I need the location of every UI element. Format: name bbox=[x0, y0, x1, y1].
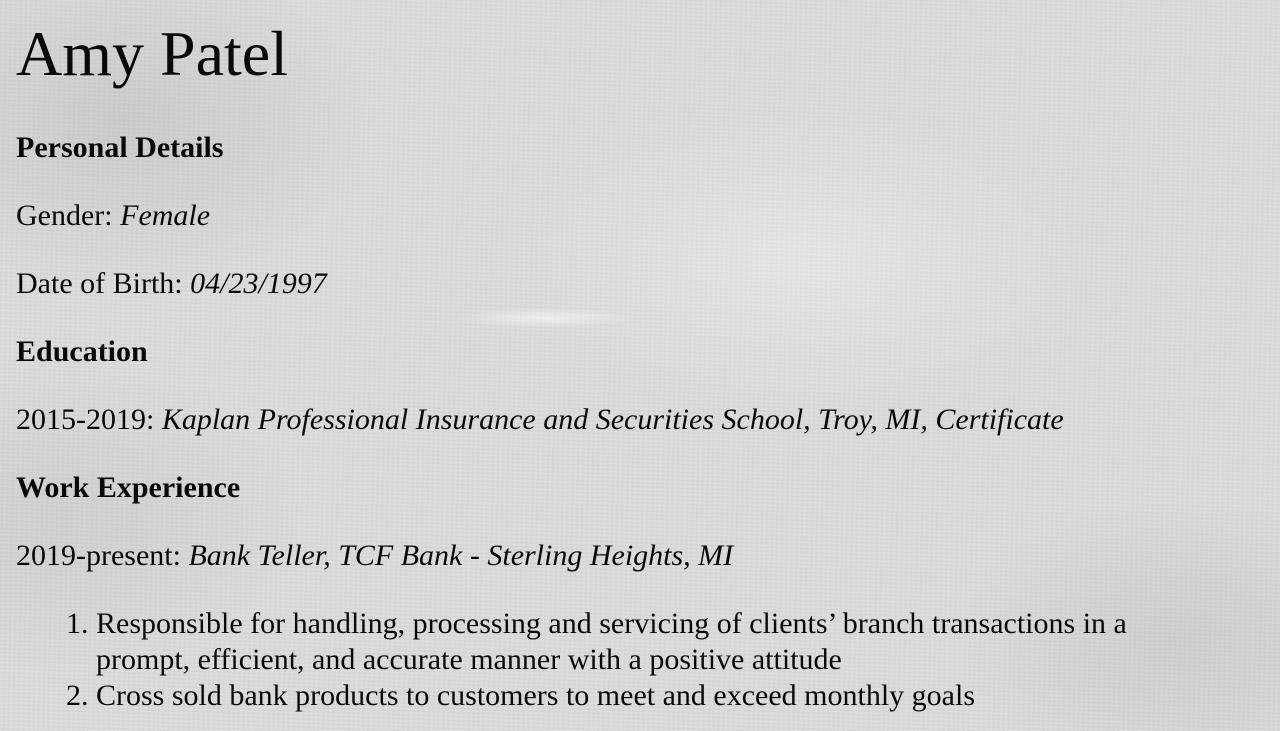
work-position: Bank Teller, TCF Bank bbox=[188, 539, 463, 572]
resume-document: Amy Patel Personal Details Gender: Femal… bbox=[16, 0, 1266, 714]
education-detail: Kaplan Professional Insurance and Securi… bbox=[161, 403, 1064, 436]
date-of-birth-label: Date of Birth: bbox=[16, 267, 183, 300]
date-of-birth-row: Date of Birth: 04/23/1997 bbox=[16, 266, 1266, 302]
work-duties-list: Responsible for handling, processing and… bbox=[16, 606, 1216, 714]
work-duty-item: Responsible for handling, processing and… bbox=[96, 606, 1216, 678]
gender-row: Gender: Female bbox=[16, 198, 1266, 234]
date-of-birth-value: 04/23/1997 bbox=[190, 267, 327, 300]
work-location: Sterling Heights, MI bbox=[487, 539, 734, 572]
work-duty-item: Cross sold bank products to customers to… bbox=[96, 678, 1216, 714]
work-separator: - bbox=[469, 539, 480, 572]
work-experience-heading: Work Experience bbox=[16, 471, 241, 504]
work-entry: 2019-present: Bank Teller, TCF Bank - St… bbox=[16, 538, 1266, 574]
work-years: 2019-present: bbox=[16, 539, 181, 572]
education-entry: 2015-2019: Kaplan Professional Insurance… bbox=[16, 402, 1266, 438]
personal-details-heading: Personal Details bbox=[16, 131, 224, 164]
gender-label: Gender: bbox=[16, 199, 113, 232]
gender-value: Female bbox=[120, 199, 211, 232]
candidate-name: Amy Patel bbox=[16, 18, 288, 89]
education-years: 2015-2019: bbox=[16, 403, 155, 436]
education-heading: Education bbox=[16, 335, 148, 368]
